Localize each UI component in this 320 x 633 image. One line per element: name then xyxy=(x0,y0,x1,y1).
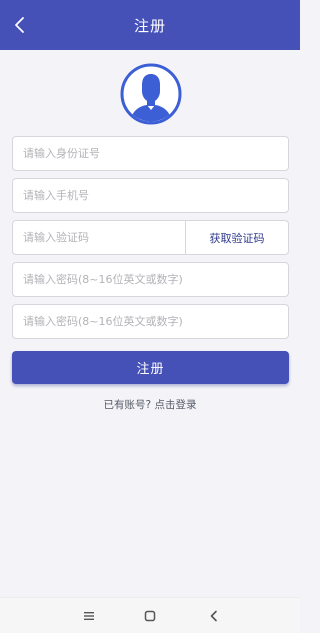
password-input[interactable] xyxy=(13,263,288,296)
login-link[interactable]: 已有账号? 点击登录 xyxy=(0,397,300,412)
phone-field[interactable] xyxy=(12,178,289,213)
user-avatar-icon xyxy=(120,63,182,125)
id-number-field[interactable] xyxy=(12,136,289,171)
register-button[interactable]: 注册 xyxy=(12,351,289,384)
back-triangle-icon[interactable] xyxy=(206,608,222,624)
get-code-button[interactable]: 获取验证码 xyxy=(186,221,288,254)
phone-input[interactable] xyxy=(13,179,288,212)
app-header: 注册 xyxy=(0,0,300,50)
menu-icon[interactable] xyxy=(81,608,97,624)
page-title: 注册 xyxy=(133,16,166,35)
confirm-password-field[interactable] xyxy=(12,304,289,339)
avatar xyxy=(120,63,182,125)
chevron-left-icon xyxy=(15,17,24,33)
password-field[interactable] xyxy=(12,262,289,297)
system-nav-bar xyxy=(0,597,300,633)
verification-code-field[interactable]: 获取验证码 xyxy=(12,220,289,255)
home-square-icon[interactable] xyxy=(142,608,158,624)
back-button[interactable] xyxy=(8,13,32,37)
confirm-password-input[interactable] xyxy=(13,305,288,338)
verification-code-input[interactable] xyxy=(13,221,185,254)
id-number-input[interactable] xyxy=(13,137,288,170)
